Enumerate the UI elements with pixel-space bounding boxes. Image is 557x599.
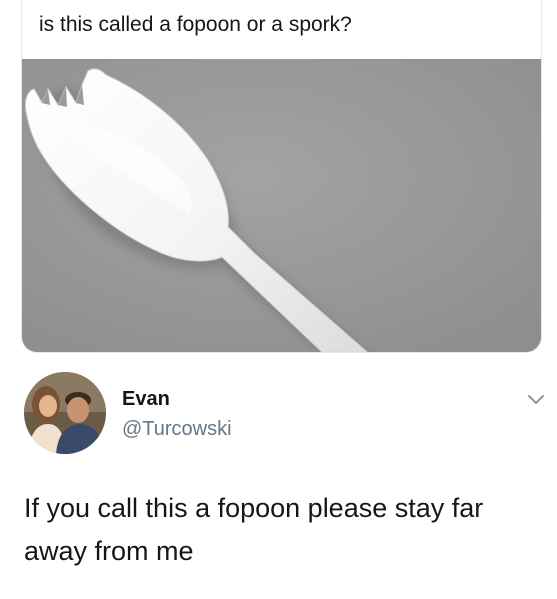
quoted-tweet-card[interactable]: is this called a fopoon or a spork?	[21, 0, 542, 353]
tweet-text: If you call this a fopoon please stay fa…	[24, 493, 484, 566]
spork-photo[interactable]	[22, 59, 541, 352]
quoted-tweet-text: is this called a fopoon or a spork?	[39, 13, 352, 36]
avatar[interactable]	[24, 372, 106, 454]
chevron-down-icon[interactable]	[527, 394, 545, 406]
author-display-name[interactable]: Evan	[122, 387, 170, 411]
tweet-header: Evan @Turcowski	[24, 372, 544, 462]
author-handle[interactable]: @Turcowski	[122, 417, 232, 441]
